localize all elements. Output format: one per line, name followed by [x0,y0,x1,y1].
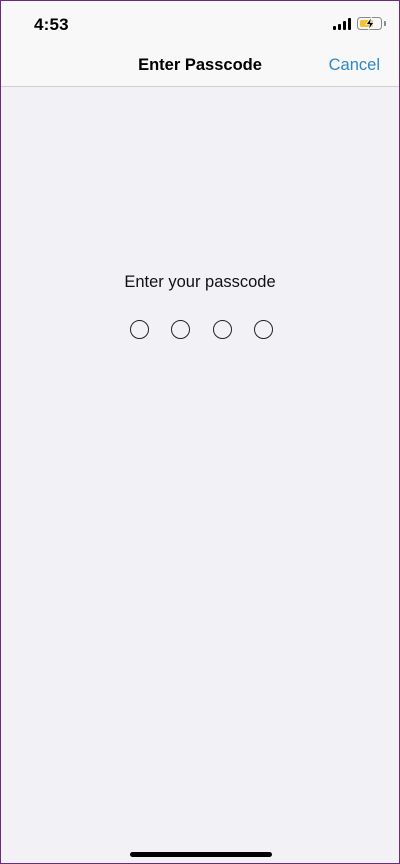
passcode-prompt: Enter your passcode [124,273,276,291]
passcode-screen: 4:53 Enter Passcode Cancel Enter your pa… [0,0,400,864]
navigation-bar: Enter Passcode Cancel [1,47,399,87]
cancel-button[interactable]: Cancel [329,56,380,75]
status-bar: 4:53 [1,1,399,47]
charging-bolt-icon [365,16,375,31]
home-indicator[interactable] [130,852,272,857]
status-time: 4:53 [34,15,69,34]
cellular-signal-icon [333,18,351,30]
battery-cap [384,21,386,26]
